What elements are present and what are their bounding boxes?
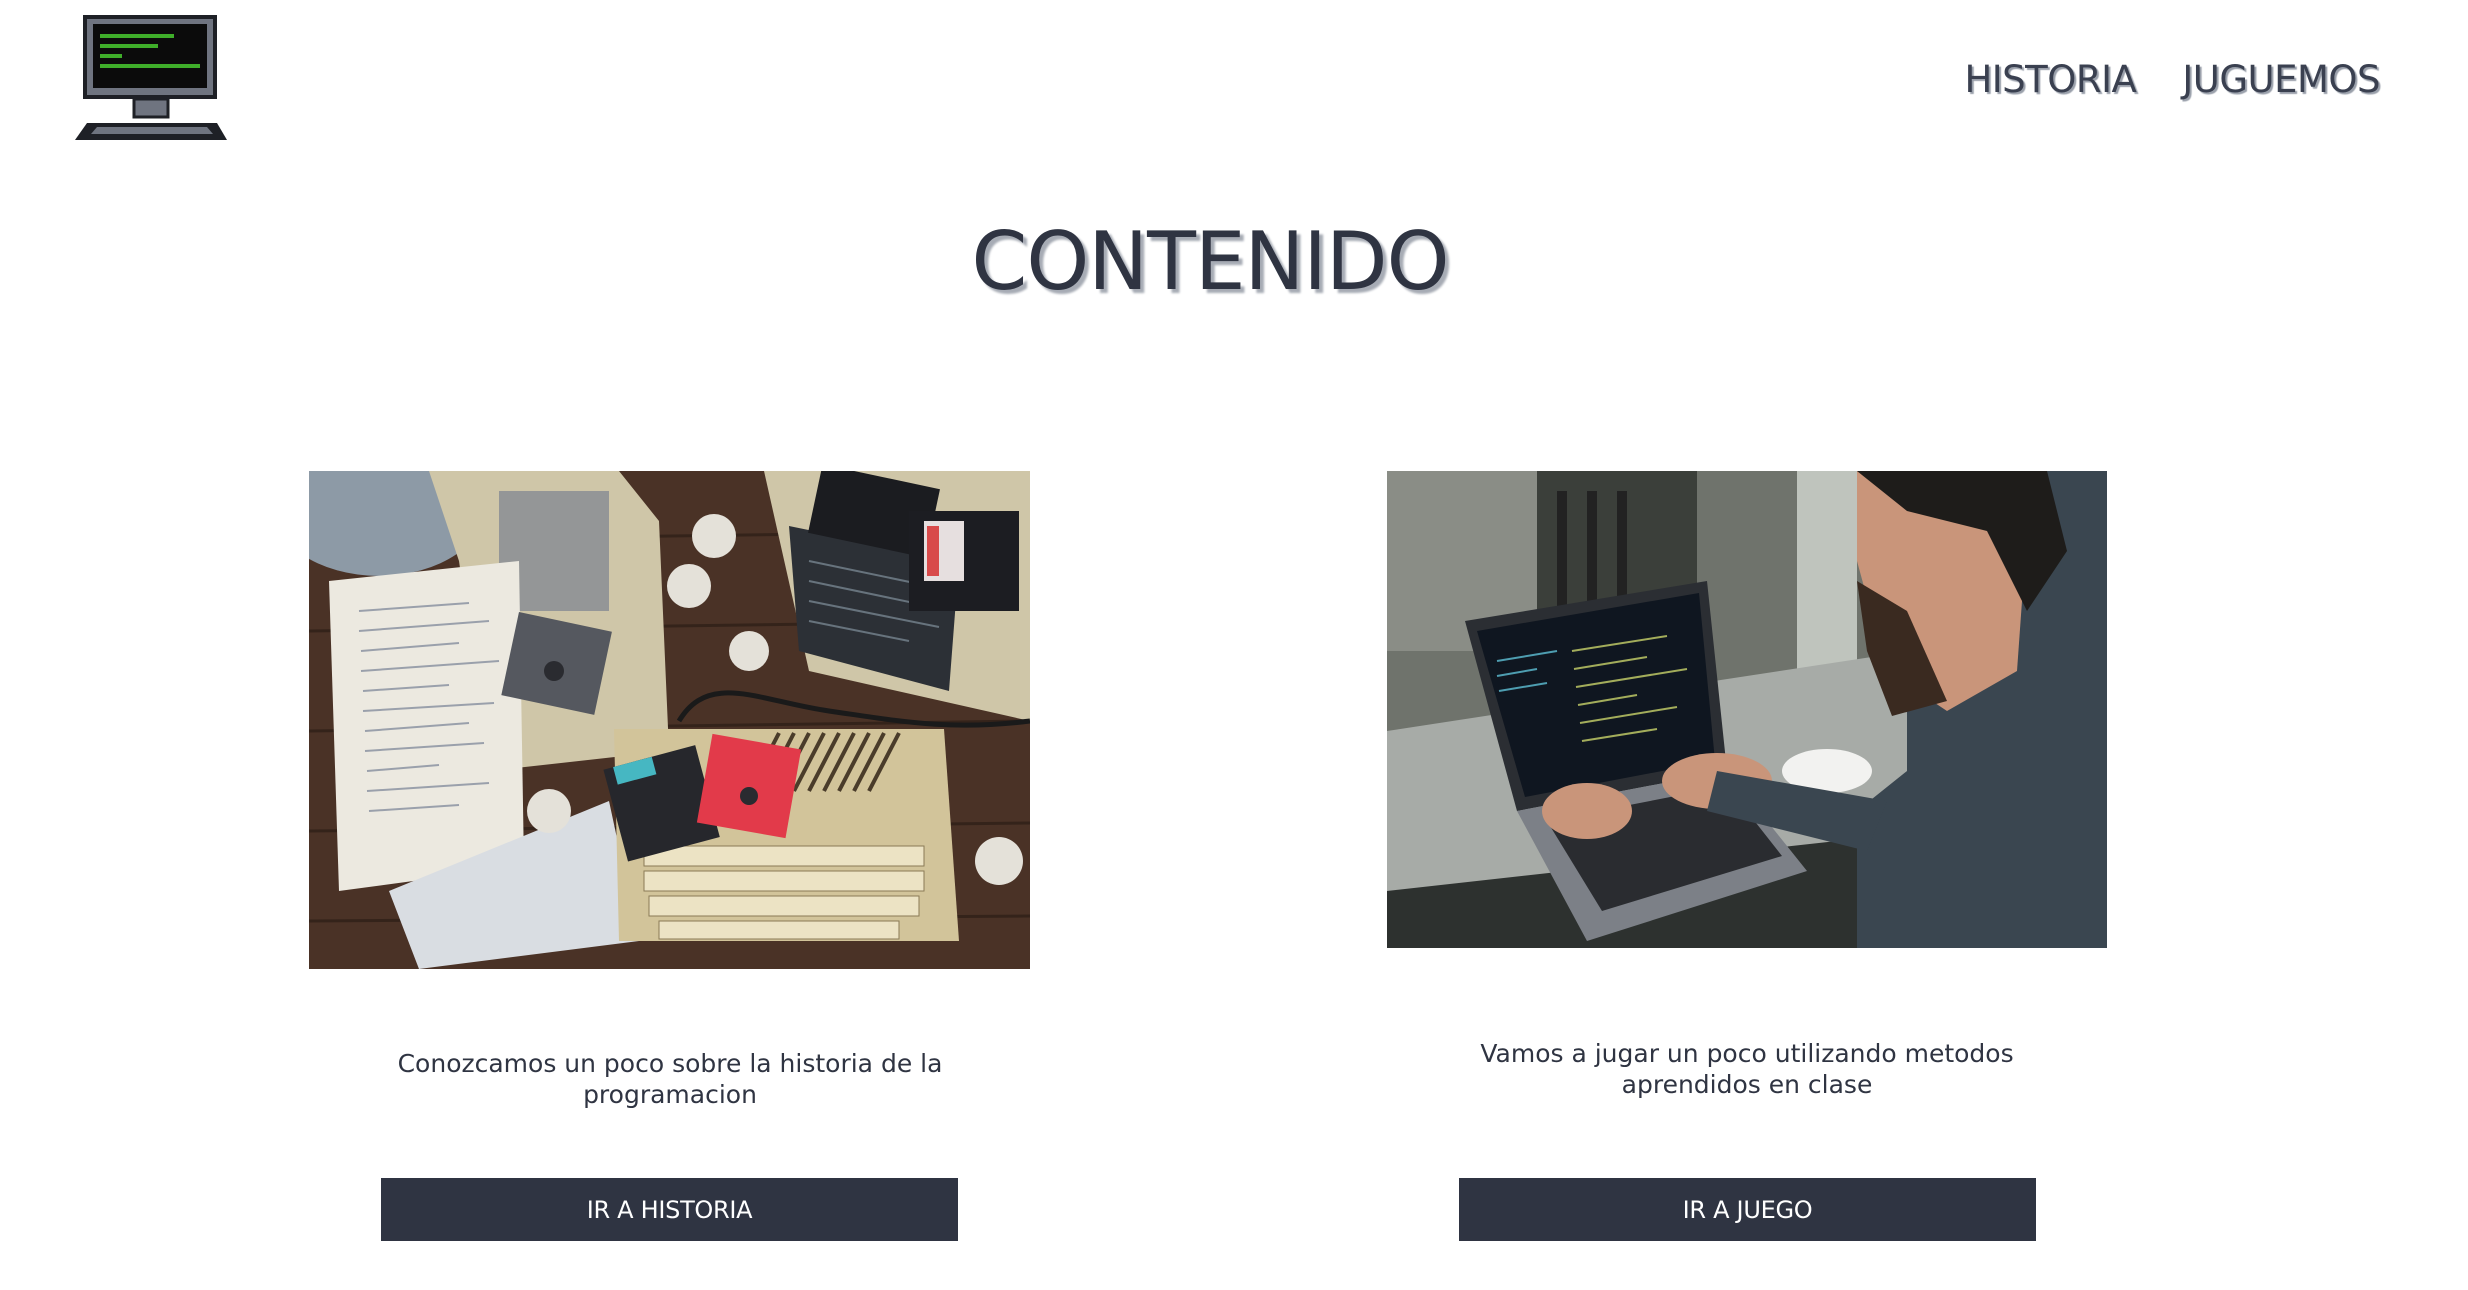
nav-link-historia[interactable]: HISTORIA xyxy=(1964,58,2136,101)
history-card-description: Conozcamos un poco sobre la historia de … xyxy=(397,1049,943,1109)
computer-logo-icon[interactable] xyxy=(75,15,227,142)
game-card-image xyxy=(1387,471,2107,948)
go-to-history-button[interactable]: IR A HISTORIA xyxy=(381,1178,958,1241)
history-card-image xyxy=(309,471,1030,969)
nav-link-juguemos[interactable]: JUGUEMOS xyxy=(2182,58,2380,101)
go-to-game-button[interactable]: IR A JUEGO xyxy=(1459,1178,2036,1241)
game-card-description: Vamos a jugar un poco utilizando metodos… xyxy=(1480,1039,2014,1099)
page-title: CONTENIDO xyxy=(971,215,1449,308)
main-nav: HISTORIA JUGUEMOS xyxy=(1964,58,2380,101)
page: HISTORIA JUGUEMOS CONTENIDO Conozcamos u… xyxy=(0,0,2468,1290)
